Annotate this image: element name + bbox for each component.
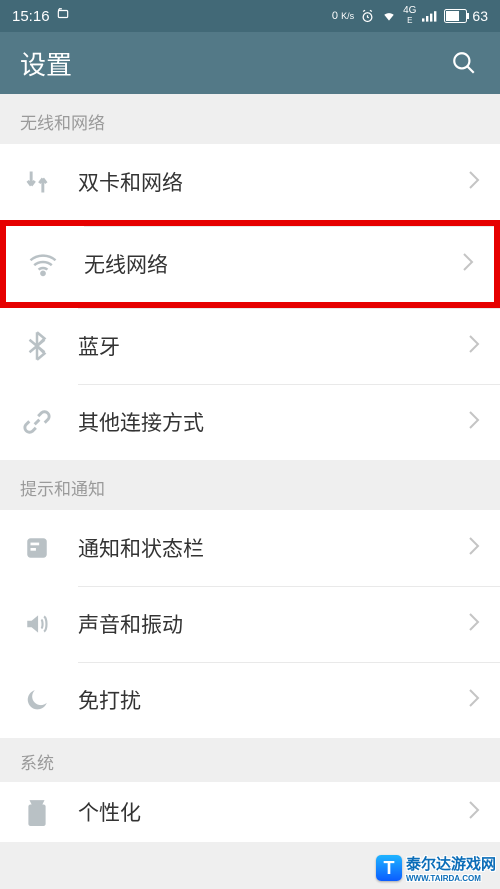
system-list: 个性化 [0, 782, 500, 842]
status-time: 15:16 [12, 8, 50, 25]
item-label: 声音和振动 [78, 609, 468, 639]
item-label: 免打扰 [78, 685, 468, 715]
signal-icon [422, 9, 438, 23]
battery-indicator: 63 [444, 8, 488, 24]
chevron-icon [468, 536, 480, 561]
item-label: 个性化 [78, 797, 468, 827]
item-bluetooth[interactable]: 蓝牙 [0, 308, 500, 384]
wireless-list: 双卡和网络 无线网络 蓝牙 其他连接方式 [0, 144, 500, 460]
item-sim-network[interactable]: 双卡和网络 [0, 144, 500, 220]
chevron-icon [468, 170, 480, 195]
chevron-icon [468, 612, 480, 637]
app-header: 设置 [0, 32, 500, 94]
notify-list: 通知和状态栏 声音和振动 免打扰 [0, 510, 500, 738]
chevron-icon [468, 410, 480, 435]
item-label: 蓝牙 [78, 331, 468, 361]
personalize-icon [20, 795, 54, 829]
chevron-icon [468, 688, 480, 713]
watermark-text: 泰尔达游戏网 [406, 853, 496, 874]
section-wireless: 无线和网络 [0, 94, 500, 144]
network-type: 4GE [403, 6, 416, 26]
item-label: 通知和状态栏 [78, 533, 468, 563]
status-right: 0 K/s 4GE 63 [332, 6, 488, 26]
status-bar: 15:16 0 K/s 4GE 63 [0, 0, 500, 32]
chevron-icon [468, 334, 480, 359]
status-left: 15:16 [12, 7, 70, 25]
page-title: 设置 [20, 45, 72, 82]
sound-icon [20, 607, 54, 641]
chevron-icon [462, 252, 474, 277]
screenshot-icon [56, 7, 70, 25]
item-notification[interactable]: 通知和状态栏 [0, 510, 500, 586]
item-wifi[interactable]: 无线网络 [0, 220, 500, 308]
item-sound[interactable]: 声音和振动 [0, 586, 500, 662]
wifi-icon [26, 247, 60, 281]
item-label: 无线网络 [84, 249, 462, 279]
watermark: T 泰尔达游戏网 WWW.TAIRDA.COM [376, 853, 496, 883]
item-label: 双卡和网络 [78, 167, 468, 197]
moon-icon [20, 683, 54, 717]
item-other-connections[interactable]: 其他连接方式 [0, 384, 500, 460]
watermark-logo: T [376, 855, 402, 881]
item-dnd[interactable]: 免打扰 [0, 662, 500, 738]
sim-icon [20, 165, 54, 199]
bluetooth-icon [20, 329, 54, 363]
section-notify: 提示和通知 [0, 460, 500, 510]
item-personalize[interactable]: 个性化 [0, 782, 500, 842]
network-rate: 0 K/s [332, 11, 354, 22]
alarm-icon [360, 9, 375, 24]
wifi-status-icon [381, 9, 397, 23]
search-button[interactable] [448, 47, 480, 79]
notification-icon [20, 531, 54, 565]
item-label: 其他连接方式 [78, 407, 468, 437]
link-icon [20, 405, 54, 439]
watermark-url: WWW.TAIRDA.COM [406, 874, 496, 883]
section-system: 系统 [0, 738, 500, 782]
chevron-icon [468, 800, 480, 825]
search-icon [451, 50, 477, 76]
